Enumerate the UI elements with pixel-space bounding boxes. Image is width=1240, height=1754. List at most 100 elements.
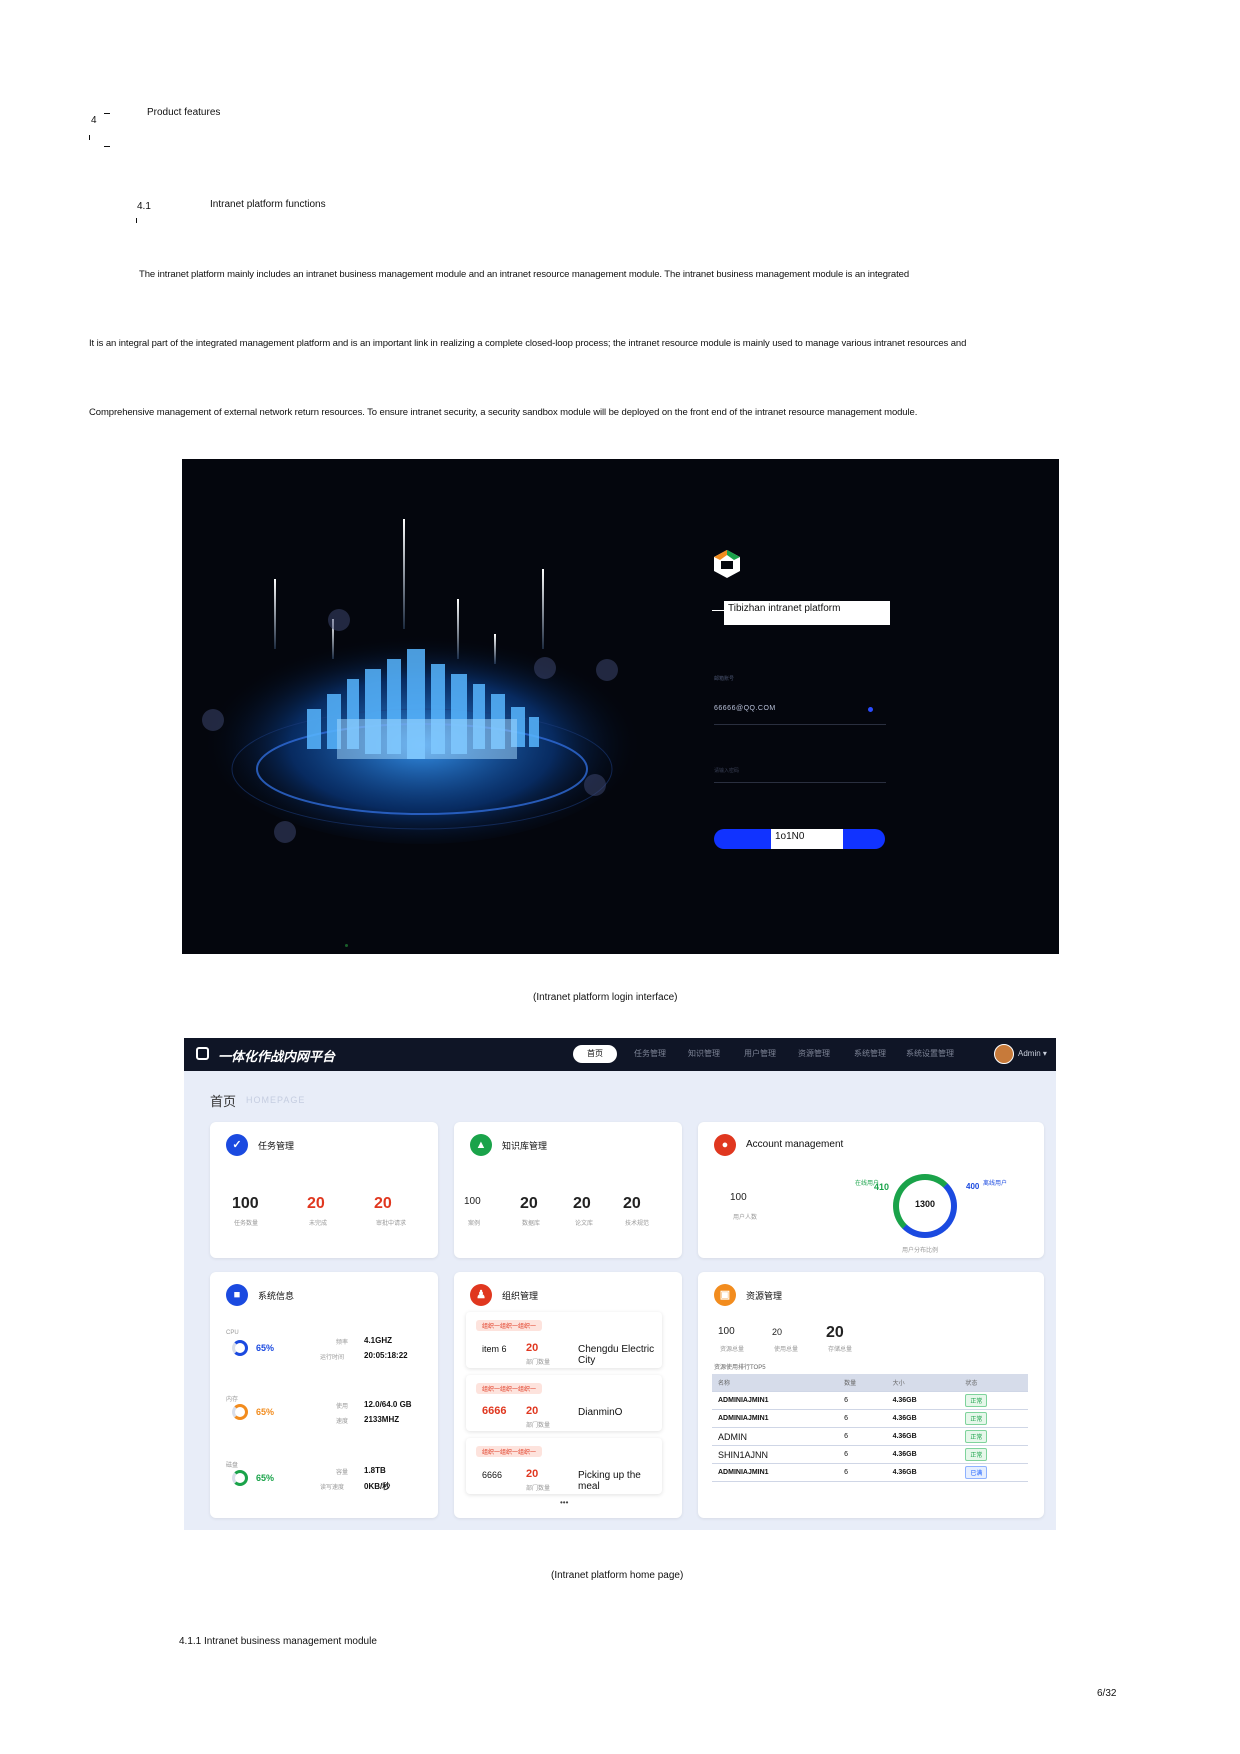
org-depts-label: 部门数量 [526, 1423, 551, 1429]
nav-home[interactable]: 首页 [573, 1045, 617, 1063]
memory-used: 12.0/64.0 GB [364, 1400, 412, 1409]
org-card: ♟ 组织管理 组织一组织一组织一 item 6 20 部门数量 Chengdu … [454, 1272, 682, 1518]
user-icon: ● [714, 1134, 736, 1156]
cloud-orb-icon [596, 659, 618, 681]
dashboard-screenshot: 一体化作战内网平台 首页 任务管理 知识管理 用户管理 资源管理 系统管理 系统… [184, 1038, 1056, 1530]
org-name: DianminO [578, 1407, 623, 1418]
knowledge-papers-label: 论文库 [575, 1221, 594, 1227]
login-caption: (Intranet platform login interface) [533, 992, 678, 1003]
knowledge-db: 20 [520, 1195, 538, 1212]
offline-tag: 离线用户 [983, 1181, 1008, 1187]
nav-user[interactable]: 用户管理 [744, 1048, 776, 1059]
row-name: ADMINIAJMIN1 [712, 1391, 839, 1410]
dashboard-caption: (Intranet platform home page) [551, 1570, 684, 1581]
knowledge-cases: 100 [464, 1196, 481, 1207]
section-number: 4 [91, 115, 97, 126]
globe-orb-icon [534, 657, 556, 679]
row-count: 6 [838, 1445, 887, 1464]
memory-used-label: 使用 [336, 1404, 349, 1410]
knowledge-specs: 20 [623, 1195, 641, 1212]
cpu-label: CPU [226, 1330, 239, 1336]
subsection-heading: 4.1.1 Intranet business management modul… [179, 1636, 377, 1647]
pagination-dots[interactable]: ••• [560, 1498, 568, 1507]
table-row: SHIN1AJNN 6 4.36GB 正常 [712, 1445, 1028, 1464]
password-input[interactable]: 请输入密码 [714, 767, 739, 774]
org-item[interactable]: 组织一组织一组织一 6666 20 部门数量 Picking up the me… [466, 1438, 662, 1494]
nav-resource[interactable]: 资源管理 [798, 1048, 830, 1059]
online-count: 410 [874, 1182, 890, 1192]
heading-tick [89, 135, 90, 140]
account-users-label: 用户人数 [733, 1215, 758, 1221]
avatar[interactable] [994, 1044, 1014, 1064]
cpu-gauge [232, 1340, 248, 1356]
box-orb-icon [584, 774, 606, 796]
email-input[interactable]: 66666@QQ.COM [714, 705, 776, 712]
disk-percent: 65% [256, 1473, 275, 1483]
resource-card-title: 资源管理 [746, 1291, 783, 1301]
account-card: ● Account management 100 用户人数 在线用户 410 1… [698, 1122, 1044, 1258]
page-title: 首页 [210, 1094, 237, 1109]
status-badge[interactable]: 正常 [965, 1448, 988, 1461]
email-underline [714, 724, 886, 725]
disk-capacity: 1.8TB [364, 1466, 386, 1475]
ring-center-value: 1300 [914, 1199, 936, 1209]
section-title: Product features [147, 107, 221, 118]
org-name: Picking up the meal [578, 1470, 641, 1492]
nav-knowledge[interactable]: 知识管理 [688, 1048, 720, 1059]
email-label: 邮箱账号 [714, 676, 735, 682]
nav-system[interactable]: 系统管理 [854, 1048, 886, 1059]
system-card-title: 系统信息 [258, 1291, 295, 1301]
resource-total-label: 资源总量 [720, 1347, 745, 1353]
row-name: ADMINIAJMIN1 [712, 1463, 839, 1482]
paragraph-line-1: The intranet platform mainly includes an… [139, 269, 910, 280]
status-badge[interactable]: 正常 [965, 1394, 988, 1407]
row-size: 4.36GB [886, 1409, 960, 1428]
org-item[interactable]: 组织一组织一组织一 6666 20 部门数量 DianminO [466, 1375, 662, 1431]
task-total-label: 任务数量 [234, 1221, 259, 1227]
task-icon: ✓ [226, 1134, 248, 1156]
org-depts-label: 部门数量 [526, 1486, 551, 1492]
org-depts: 20 [526, 1468, 539, 1480]
status-badge[interactable]: 正常 [965, 1412, 988, 1425]
nav-task[interactable]: 任务管理 [634, 1048, 666, 1059]
graduation-cap-icon: ▲ [470, 1134, 492, 1156]
knowledge-specs-label: 技术规范 [625, 1221, 650, 1227]
row-name: SHIN1AJNN [712, 1445, 839, 1464]
row-count: 6 [838, 1391, 887, 1410]
org-depts: 20 [526, 1405, 539, 1417]
org-card-title: 组织管理 [502, 1291, 539, 1301]
org-name: Chengdu Electric City [578, 1344, 655, 1366]
disk-capacity-label: 容量 [336, 1470, 349, 1476]
table-row: ADMINIAJMIN1 6 4.36GB 已满 [712, 1463, 1028, 1482]
status-badge[interactable]: 已满 [965, 1466, 988, 1479]
ring-label: 用户分布比例 [902, 1248, 939, 1254]
uptime-label: 运行时间 [320, 1355, 345, 1361]
org-tag: 组织一组织一组织一 [476, 1320, 543, 1331]
brand-logo-icon [196, 1047, 209, 1060]
memory-percent: 65% [256, 1407, 275, 1417]
org-icon: ♟ [470, 1284, 492, 1306]
task-unfinished-label: 未完成 [309, 1221, 328, 1227]
platform-logo-icon [714, 550, 740, 578]
monitor-icon: ■ [226, 1284, 248, 1306]
org-depts: 20 [526, 1342, 539, 1354]
task-card-title: 任务管理 [258, 1141, 295, 1151]
org-members: 6666 [482, 1405, 507, 1417]
org-depts-label: 部门数量 [526, 1360, 551, 1366]
org-item[interactable]: 组织一组织一组织一 item 6 20 部门数量 Chengdu Electri… [466, 1312, 662, 1368]
account-card-title: Account management [746, 1139, 844, 1150]
user-orb-icon [328, 609, 350, 631]
row-name: ADMINIAJMIN1 [712, 1409, 839, 1428]
knowledge-card-title: 知识库管理 [502, 1141, 548, 1151]
city-illustration [207, 624, 637, 844]
memory-label: 内存 [226, 1397, 239, 1403]
heading-tick [136, 218, 137, 223]
resource-total: 100 [718, 1326, 735, 1337]
nav-settings[interactable]: 系统设置管理 [906, 1048, 954, 1059]
logo-dash [712, 610, 724, 611]
paragraph-line-3: Comprehensive management of external net… [89, 407, 918, 418]
user-menu[interactable]: Admin ▾ [1018, 1049, 1047, 1058]
col-name: 名称 [712, 1374, 839, 1392]
memory-speed-label: 速度 [336, 1419, 349, 1425]
status-badge[interactable]: 正常 [965, 1430, 988, 1443]
